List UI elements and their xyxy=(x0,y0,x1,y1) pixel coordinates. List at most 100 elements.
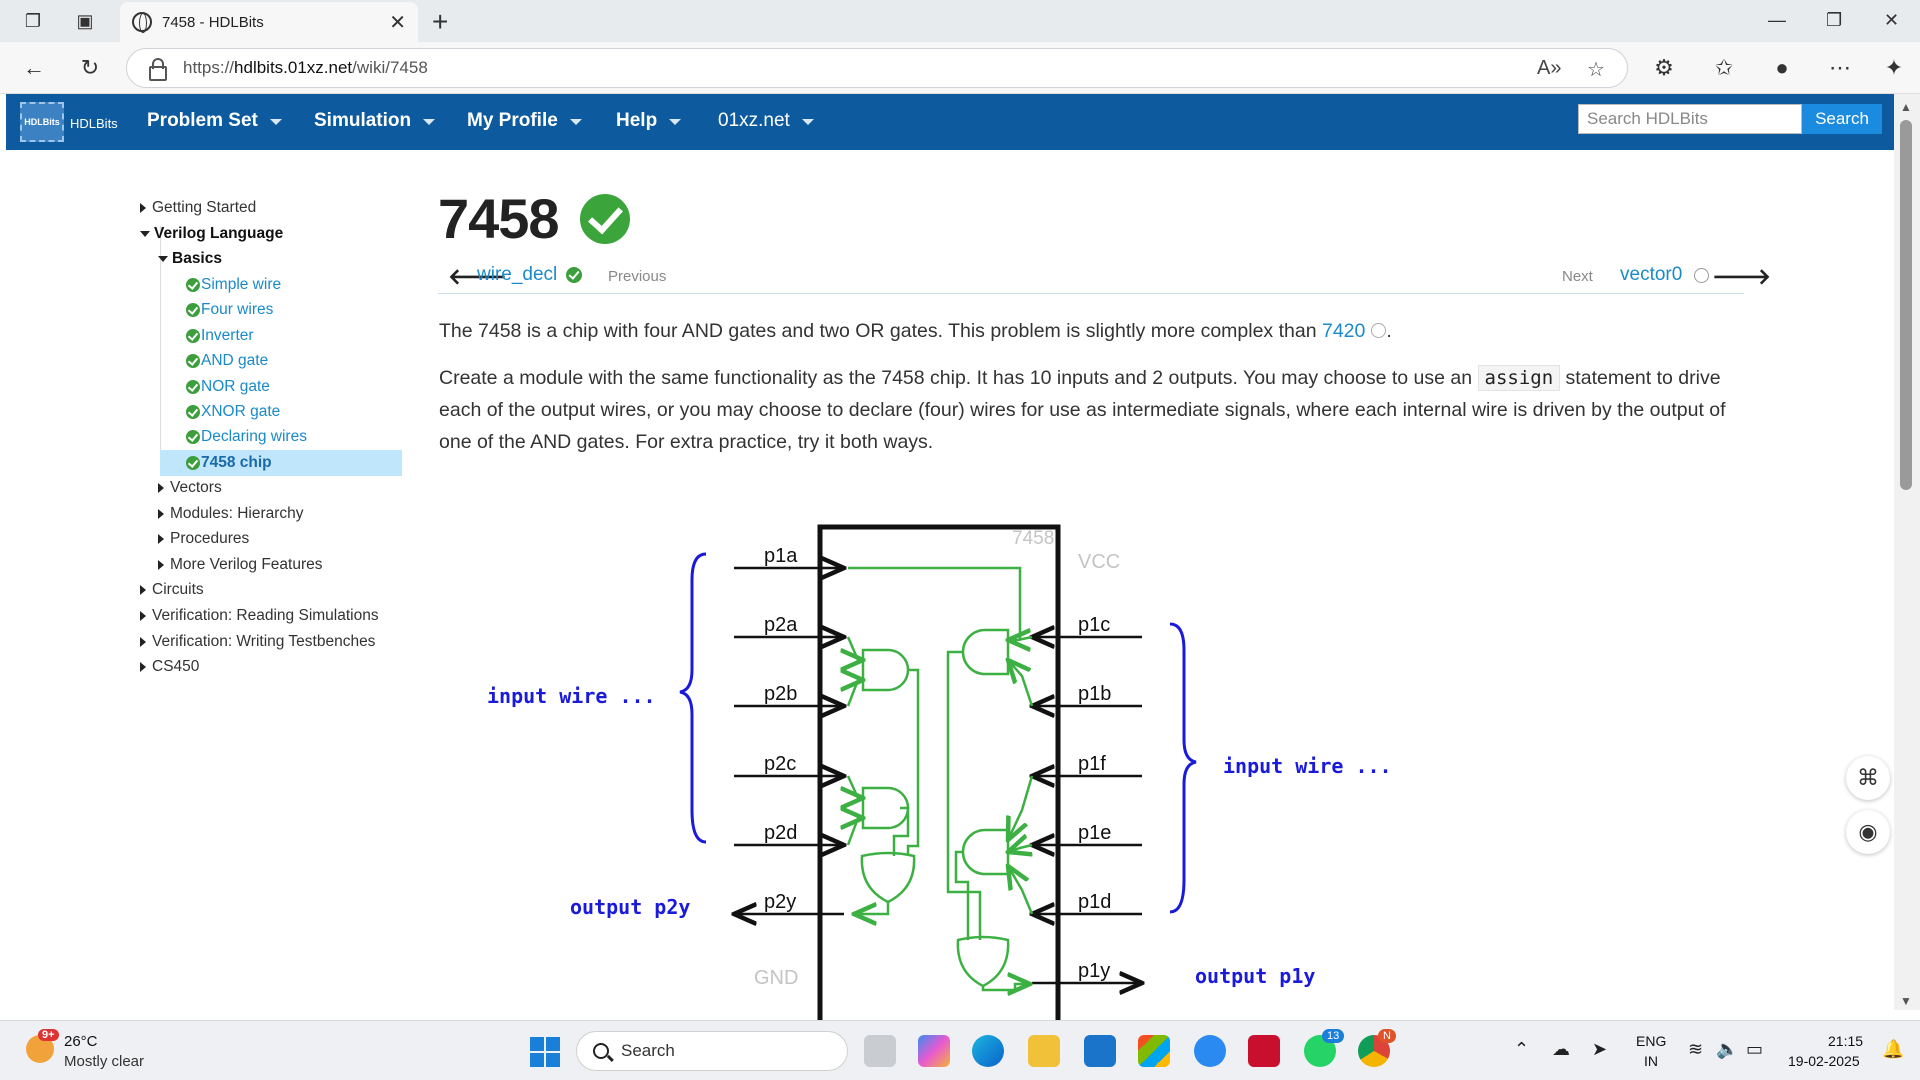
sidebar-item-vectors[interactable]: Vectors xyxy=(158,476,222,500)
sidebar-item-more-verilog-features[interactable]: More Verilog Features xyxy=(158,553,323,577)
browser-tab[interactable]: 7458 - HDLBits ✕ xyxy=(120,2,418,42)
sidebar-item-nor-gate[interactable]: NOR gate xyxy=(186,375,270,399)
sidebar-item-inverter[interactable]: Inverter xyxy=(186,324,254,348)
weather-temperature[interactable]: 26°C xyxy=(64,1033,98,1050)
prev-problem-link[interactable]: wire_decl xyxy=(477,264,557,286)
copilot-app-icon[interactable] xyxy=(918,1035,950,1067)
mcafee-icon[interactable] xyxy=(1248,1035,1280,1067)
arrow-right-icon[interactable]: 🡒 xyxy=(1712,264,1771,290)
assistant-bot-icon[interactable]: ◉ xyxy=(1846,810,1890,854)
onedrive-cloud-icon[interactable]: ☁ xyxy=(1552,1039,1570,1060)
task-view-icon[interactable] xyxy=(864,1035,896,1067)
logo-text[interactable]: HDLBits xyxy=(70,116,118,131)
search-icon xyxy=(593,1043,609,1059)
restore-icon[interactable]: ❐ xyxy=(1826,10,1842,31)
scrollbar-thumb[interactable] xyxy=(1900,120,1912,490)
search-input[interactable] xyxy=(1578,104,1802,134)
nav-01xz[interactable]: 01xz.net xyxy=(718,110,814,132)
notifications-icon[interactable]: 🔔 xyxy=(1882,1039,1904,1060)
nav-label: Simulation xyxy=(314,110,412,131)
sidebar-item-verilog-language[interactable]: Verilog Language xyxy=(140,222,283,246)
site-logo[interactable]: HDLBits xyxy=(20,102,64,142)
sidebar-item-and-gate[interactable]: AND gate xyxy=(186,349,268,373)
back-icon[interactable]: ← xyxy=(20,54,48,82)
sidebar-item-getting-started[interactable]: Getting Started xyxy=(140,196,256,220)
new-tab-icon[interactable]: + xyxy=(432,6,448,38)
search-button[interactable]: Search xyxy=(1802,104,1882,134)
minimize-icon[interactable]: — xyxy=(1768,10,1786,31)
next-problem-link[interactable]: vector0 xyxy=(1620,264,1682,286)
favorites-icon[interactable]: ✩ xyxy=(1710,54,1738,82)
weather-description[interactable]: Mostly clear xyxy=(64,1053,144,1070)
sidebar-item-xnor-gate[interactable]: XNOR gate xyxy=(186,400,280,424)
myhp-icon[interactable] xyxy=(1084,1035,1116,1067)
whatsapp-badge: 13 xyxy=(1322,1029,1345,1043)
url-scheme: https:// xyxy=(183,58,235,77)
tab-actions-icon[interactable]: ▣ xyxy=(72,8,98,34)
volume-icon[interactable]: 🔈 xyxy=(1716,1039,1738,1060)
nav-help[interactable]: Help xyxy=(616,110,682,132)
start-button[interactable] xyxy=(530,1037,560,1067)
sidebar-item-circuits[interactable]: Circuits xyxy=(140,578,204,602)
location-icon[interactable]: ➤ xyxy=(1592,1039,1607,1060)
sidebar-item-cs450[interactable]: CS450 xyxy=(140,655,199,679)
refresh-icon[interactable]: ↻ xyxy=(76,54,104,82)
chevron-up-icon[interactable]: ⌃ xyxy=(1514,1039,1529,1060)
sidebar-item-modules-hierarchy[interactable]: Modules: Hierarchy xyxy=(158,502,304,526)
profile-icon[interactable]: ● xyxy=(1768,54,1796,82)
shortcut-command-icon[interactable]: ⌘ xyxy=(1846,756,1890,800)
sidebar-item-7458-chip[interactable]: 7458 chip xyxy=(186,451,272,475)
scroll-down-icon[interactable]: ▼ xyxy=(1900,994,1912,1008)
favorite-star-icon[interactable]: ☆ xyxy=(1587,57,1605,82)
intro-end: . xyxy=(1386,320,1392,342)
sidebar-item-verification-reading[interactable]: Verification: Reading Simulations xyxy=(140,604,379,628)
ms-store-icon[interactable] xyxy=(1138,1035,1170,1067)
sidebar-item-label: Verilog Language xyxy=(154,225,284,242)
expand-icon xyxy=(140,637,146,647)
pin-label-p1f: p1f xyxy=(1078,753,1106,775)
expand-icon xyxy=(158,483,164,493)
collapse-icon xyxy=(140,231,150,237)
wire-p1b-and xyxy=(1008,660,1034,707)
edge-browser-icon[interactable] xyxy=(972,1035,1004,1067)
nav-my-profile[interactable]: My Profile xyxy=(467,110,582,132)
file-explorer-icon[interactable] xyxy=(1028,1035,1060,1067)
read-aloud-icon[interactable]: A» xyxy=(1537,57,1561,80)
link-7420[interactable]: 7420 xyxy=(1322,320,1365,342)
check-icon xyxy=(186,456,200,470)
address-bar[interactable]: https://hdlbits.01xz.net/wiki/7458 A» ☆ xyxy=(126,48,1628,88)
get-help-icon[interactable] xyxy=(1194,1035,1226,1067)
more-menu-icon[interactable]: ⋯ xyxy=(1826,54,1854,82)
taskbar-search[interactable]: Search xyxy=(576,1031,848,1071)
clock-time[interactable]: 21:15 xyxy=(1828,1033,1863,1049)
output-label-left: output p2y xyxy=(570,895,690,919)
sidebar-item-verification-writing[interactable]: Verification: Writing Testbenches xyxy=(140,630,375,654)
clock-date[interactable]: 19-02-2025 xyxy=(1788,1053,1860,1069)
battery-icon[interactable]: ▭ xyxy=(1746,1039,1763,1060)
region-indicator[interactable]: IN xyxy=(1644,1053,1658,1069)
caret-down-icon xyxy=(423,119,436,125)
sidebar-item-simple-wire[interactable]: Simple wire xyxy=(186,273,281,297)
close-tab-icon[interactable]: ✕ xyxy=(389,10,406,35)
check-icon xyxy=(566,267,582,283)
input-wire-label-right: input wire ... xyxy=(1223,754,1392,778)
sidebar-item-declaring-wires[interactable]: Declaring wires xyxy=(186,425,307,449)
copilot-icon[interactable]: ✦ xyxy=(1880,54,1908,82)
scroll-up-icon[interactable]: ▲ xyxy=(1900,100,1912,114)
sidebar-item-label: CS450 xyxy=(152,658,200,675)
language-indicator[interactable]: ENG xyxy=(1636,1033,1666,1049)
output-label-right: output p1y xyxy=(1195,964,1315,988)
sidebar-item-label: More Verilog Features xyxy=(170,556,323,573)
sidebar-item-label: Vectors xyxy=(170,479,222,496)
wifi-icon[interactable]: ≋ xyxy=(1688,1039,1703,1060)
nav-label: 01xz.net xyxy=(718,110,790,131)
sidebar-item-basics[interactable]: Basics xyxy=(158,247,222,271)
extensions-icon[interactable]: ⚙ xyxy=(1650,54,1678,82)
sidebar-item-procedures[interactable]: Procedures xyxy=(158,527,249,551)
wire-p2c-and xyxy=(848,775,863,798)
sidebar-item-four-wires[interactable]: Four wires xyxy=(186,298,273,322)
close-window-icon[interactable]: ✕ xyxy=(1884,10,1899,31)
nav-problem-set[interactable]: Problem Set xyxy=(147,110,282,132)
nav-simulation[interactable]: Simulation xyxy=(314,110,436,132)
workspaces-icon[interactable]: ❐ xyxy=(20,8,46,34)
